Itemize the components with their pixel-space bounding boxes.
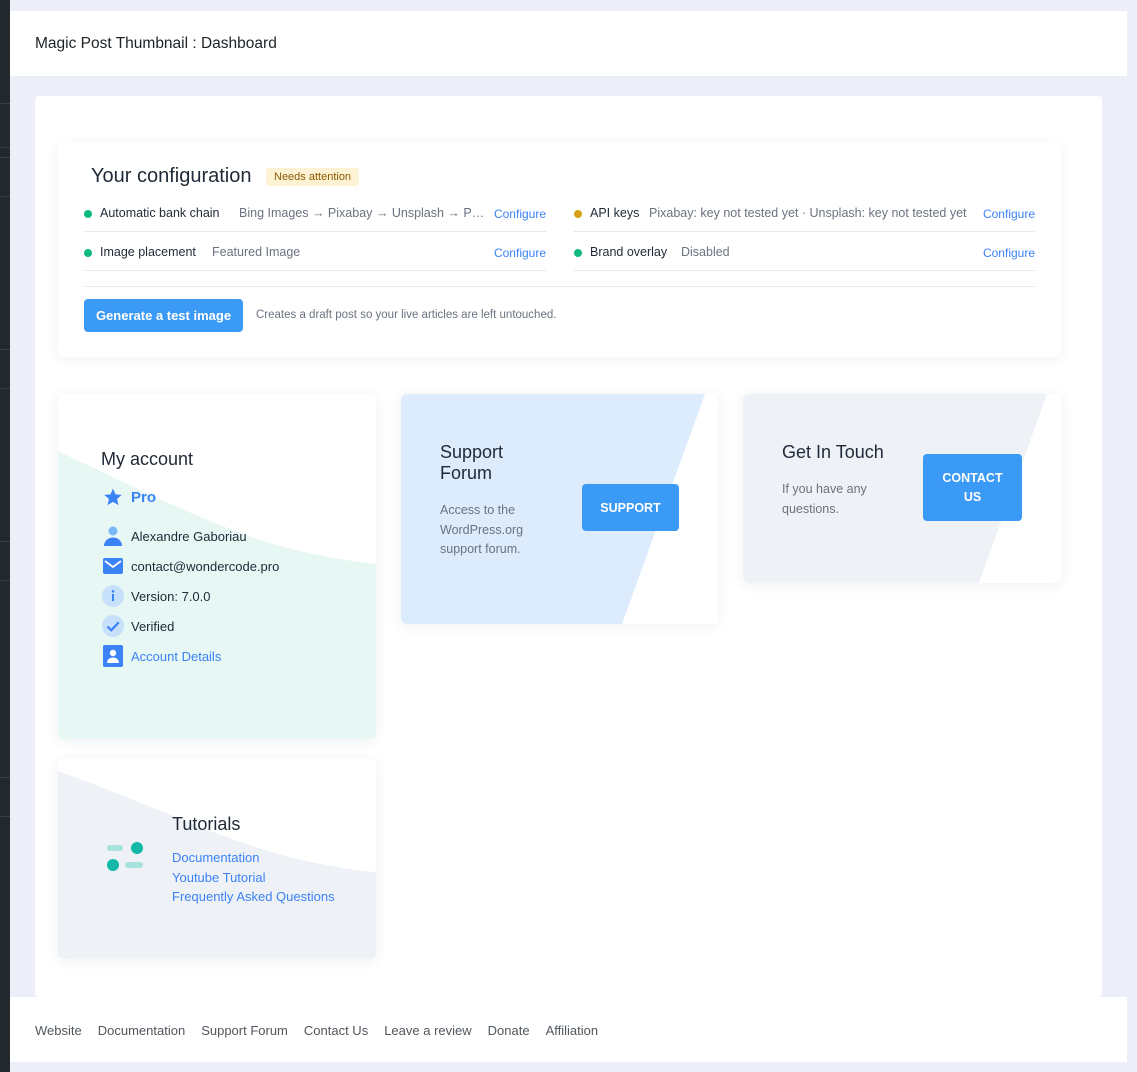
footer-link-donate[interactable]: Donate xyxy=(488,1023,530,1038)
touch-title: Get In Touch xyxy=(782,442,884,462)
touch-description: If you have any questions. xyxy=(782,482,867,516)
config-label: Brand overlay xyxy=(590,245,668,259)
admin-sidebar-edge xyxy=(0,0,10,1072)
support-description: Access to the WordPress.org support foru… xyxy=(440,503,524,556)
star-icon xyxy=(102,486,124,508)
account-title: My account xyxy=(101,449,194,469)
faq-link[interactable]: Frequently Asked Questions xyxy=(172,887,335,907)
id-card-icon xyxy=(102,645,124,667)
documentation-link[interactable]: Documentation xyxy=(172,848,335,868)
divider xyxy=(84,286,1035,287)
account-email: contact@wondercode.pro xyxy=(131,558,280,574)
plan-label: Pro xyxy=(131,488,157,506)
footer-links: Website Documentation Support Forum Cont… xyxy=(35,1023,614,1038)
tutorials-card: Tutorials Documentation Youtube Tutorial… xyxy=(58,759,376,959)
get-in-touch-card: Get In Touch If you have any questions. … xyxy=(743,394,1061,583)
support-title: Support Forum xyxy=(440,442,504,483)
footer-link-leave-review[interactable]: Leave a review xyxy=(384,1023,471,1038)
email-row: contact@wondercode.pro xyxy=(102,555,279,577)
generate-note: Creates a draft post so your live articl… xyxy=(256,309,557,321)
footer-link-support-forum[interactable]: Support Forum xyxy=(201,1023,288,1038)
plan-row: Pro xyxy=(102,486,156,508)
name-row: Alexandre Gaboriau xyxy=(102,525,247,547)
tutorials-title: Tutorials xyxy=(172,814,241,834)
account-status: Verified xyxy=(131,618,175,634)
config-label: Automatic bank chain xyxy=(100,206,220,220)
configure-link[interactable]: Configure xyxy=(494,207,546,221)
account-details-row[interactable]: Account Details xyxy=(102,645,221,667)
page-title: Magic Post Thumbnail : Dashboard xyxy=(35,35,277,52)
config-row-bank-chain: Automatic bank chain Bing Images → Pixab… xyxy=(84,193,546,232)
configure-link[interactable]: Configure xyxy=(983,246,1035,260)
dashboard-panel: Your configuration Needs attention Autom… xyxy=(35,96,1102,997)
configuration-card: Your configuration Needs attention Autom… xyxy=(58,143,1061,357)
config-value: Featured Image xyxy=(212,245,301,259)
config-row-brand-overlay: Brand overlay Disabled Configure xyxy=(574,232,1035,271)
status-dot-ok xyxy=(84,210,92,218)
tutorials-icon xyxy=(105,841,145,878)
footer-link-website[interactable]: Website xyxy=(35,1023,82,1038)
user-icon xyxy=(102,525,124,547)
config-value: Disabled xyxy=(681,245,730,259)
check-icon xyxy=(102,615,124,637)
configuration-title: Your configuration xyxy=(91,165,252,187)
support-card: Support Forum Access to the WordPress.or… xyxy=(401,394,718,624)
account-card: My account Pro Alexandre Gaboriau contac… xyxy=(58,394,376,739)
footer-link-affiliation[interactable]: Affiliation xyxy=(546,1023,599,1038)
page-header: Magic Post Thumbnail : Dashboard xyxy=(10,11,1127,76)
account-name: Alexandre Gaboriau xyxy=(131,528,247,544)
youtube-tutorial-link[interactable]: Youtube Tutorial xyxy=(172,868,335,888)
configure-link[interactable]: Configure xyxy=(983,207,1035,221)
generate-test-image-button[interactable]: Generate a test image xyxy=(84,299,243,332)
configure-link[interactable]: Configure xyxy=(494,246,546,260)
footer-link-contact-us[interactable]: Contact Us xyxy=(304,1023,368,1038)
account-version: Version: 7.0.0 xyxy=(131,588,211,604)
info-icon xyxy=(102,585,124,607)
footer-link-documentation[interactable]: Documentation xyxy=(98,1023,185,1038)
config-row-placement: Image placement Featured Image Configure xyxy=(84,232,546,271)
contact-us-button[interactable]: CONTACT US xyxy=(923,454,1022,521)
version-row: Version: 7.0.0 xyxy=(102,585,211,607)
config-label: Image placement xyxy=(100,245,196,259)
tutorials-links: Documentation Youtube Tutorial Frequentl… xyxy=(172,848,335,907)
config-value: Pixabay: key not tested yet · Unsplash: … xyxy=(649,206,967,220)
status-dot-ok xyxy=(574,249,582,257)
mail-icon xyxy=(102,555,124,577)
account-details-link[interactable]: Account Details xyxy=(131,649,221,664)
status-dot-ok xyxy=(84,249,92,257)
config-value: Bing Images → Pixabay → Unsplash → Pexel… xyxy=(239,206,487,220)
config-label: API keys xyxy=(590,206,640,220)
support-button[interactable]: SUPPORT xyxy=(582,484,679,531)
attention-badge: Needs attention xyxy=(266,168,360,186)
footer: Website Documentation Support Forum Cont… xyxy=(10,997,1127,1062)
verified-row: Verified xyxy=(102,615,174,637)
status-dot-warning xyxy=(574,210,582,218)
config-row-api-keys: API keys Pixabay: key not tested yet · U… xyxy=(574,193,1035,232)
